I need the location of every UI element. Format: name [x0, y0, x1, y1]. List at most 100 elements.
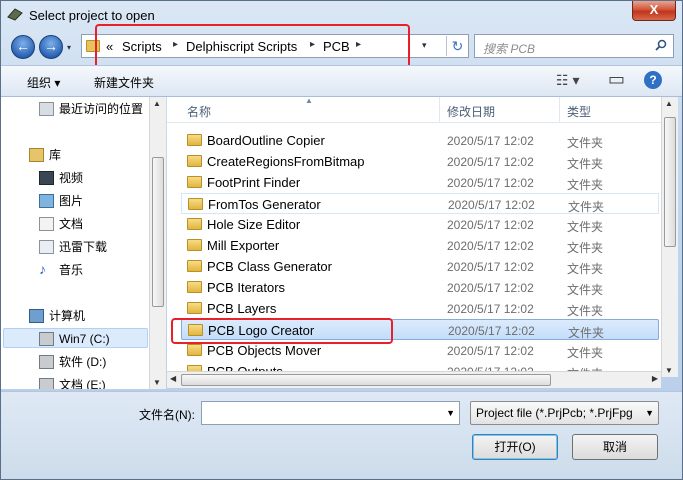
- file-type-filter[interactable]: Project file (*.PrjPcb; *.PrjFpg ▼: [470, 401, 659, 425]
- file-row[interactable]: PCB Class Generator 2020/5/17 12:02 文件夹: [181, 256, 659, 277]
- file-type: 文件夹: [568, 326, 605, 340]
- breadcrumb-separator-icon[interactable]: ▸: [356, 39, 361, 50]
- file-date: 2020/5/17 12:02: [447, 155, 534, 169]
- forward-button[interactable]: →: [39, 35, 63, 59]
- sidebar-scrollbar[interactable]: ▲ ▼: [149, 97, 166, 389]
- bottom-panel: 文件名(N): ▼ Project file (*.PrjPcb; *.PrjF…: [1, 391, 682, 479]
- new-folder-button[interactable]: 新建文件夹: [94, 74, 154, 91]
- breadcrumb-delphiscript[interactable]: Delphiscript Scripts: [186, 39, 297, 54]
- view-options-icon[interactable]: ☷ ▾: [556, 72, 579, 89]
- search-icon[interactable]: [655, 39, 667, 51]
- file-type: 文件夹: [567, 136, 604, 150]
- folder-icon: [187, 302, 202, 314]
- sidebar-item-recent[interactable]: 最近访问的位置: [39, 99, 144, 119]
- sidebar-item-pictures[interactable]: 图片: [39, 191, 83, 211]
- sidebar-item-drive-d[interactable]: 软件 (D:): [39, 352, 107, 372]
- file-name: PCB Logo Creator: [208, 323, 315, 338]
- file-row-hover[interactable]: FromTos Generator 2020/5/17 12:02 文件夹: [181, 193, 659, 214]
- back-button[interactable]: ←: [11, 35, 35, 59]
- sidebar-item-documents[interactable]: 文档: [39, 214, 84, 234]
- organize-button[interactable]: 组织 ▾: [27, 74, 60, 91]
- column-type[interactable]: 类型: [567, 103, 591, 120]
- file-row[interactable]: PCB Objects Mover 2020/5/17 12:02 文件夹: [181, 340, 659, 361]
- sidebar-item-label: 最近访问的位置: [59, 102, 144, 116]
- file-row[interactable]: PCB Iterators 2020/5/17 12:02 文件夹: [181, 277, 659, 298]
- recent-locations-chevron-icon[interactable]: ▾: [67, 43, 71, 52]
- folder-icon: [188, 198, 203, 210]
- breadcrumb-separator-icon[interactable]: ▸: [173, 39, 178, 50]
- scroll-down-arrow-icon[interactable]: ▼: [665, 366, 673, 375]
- breadcrumb-separator-icon[interactable]: ▸: [310, 39, 315, 50]
- file-row[interactable]: FootPrint Finder 2020/5/17 12:02 文件夹: [181, 172, 659, 193]
- folder-icon: [188, 324, 203, 336]
- breadcrumb-pcb[interactable]: PCB: [323, 39, 350, 54]
- sidebar-item-drive-c[interactable]: Win7 (C:): [39, 329, 110, 349]
- folder-icon: [187, 260, 202, 272]
- folder-icon: [187, 344, 202, 356]
- cancel-button[interactable]: 取消: [572, 434, 658, 460]
- sidebar-item-label: 视频: [59, 171, 84, 185]
- file-row[interactable]: CreateRegionsFromBitmap 2020/5/17 12:02 …: [181, 151, 659, 172]
- folder-icon: [86, 40, 100, 52]
- search-placeholder: 搜索 PCB: [483, 42, 536, 56]
- file-date: 2020/5/17 12:02: [447, 218, 534, 232]
- address-dropdown-icon[interactable]: ▾: [422, 40, 427, 51]
- scroll-right-arrow-icon[interactable]: ▶: [652, 374, 658, 383]
- scroll-up-arrow-icon[interactable]: ▲: [153, 99, 161, 108]
- column-divider[interactable]: [439, 97, 440, 123]
- folder-icon: [187, 281, 202, 293]
- filename-input[interactable]: ▼: [201, 401, 460, 425]
- file-type: 文件夹: [567, 283, 604, 297]
- download-icon: [39, 240, 54, 254]
- scroll-down-arrow-icon[interactable]: ▼: [153, 378, 161, 387]
- file-type: 文件夹: [567, 262, 604, 276]
- file-name: PCB Class Generator: [207, 259, 332, 274]
- file-row[interactable]: Mill Exporter 2020/5/17 12:02 文件夹: [181, 235, 659, 256]
- file-row-selected[interactable]: PCB Logo Creator 2020/5/17 12:02 文件夹: [181, 319, 659, 340]
- column-name[interactable]: 名称: [187, 103, 211, 120]
- folder-icon: [187, 218, 202, 230]
- column-header-row: ▲ 名称 修改日期 类型: [167, 97, 661, 123]
- file-type: 文件夹: [567, 157, 604, 171]
- refresh-icon[interactable]: ↻: [446, 36, 468, 56]
- file-list-horizontal-scrollbar[interactable]: ◀ ▶: [167, 371, 661, 388]
- drive-icon: [39, 332, 54, 346]
- sidebar-item-video[interactable]: 视频: [39, 168, 84, 188]
- sidebar-item-music[interactable]: ♪ 音乐: [39, 260, 83, 280]
- file-list-scroll-thumb[interactable]: [664, 117, 676, 247]
- search-box[interactable]: 搜索 PCB: [474, 34, 674, 58]
- filename-dropdown-icon[interactable]: ▼: [446, 408, 455, 418]
- sidebar-item-downloads[interactable]: 迅雷下载: [39, 237, 107, 257]
- file-name: PCB Objects Mover: [207, 343, 322, 358]
- column-date[interactable]: 修改日期: [447, 103, 495, 120]
- sidebar-scroll-thumb[interactable]: [152, 157, 164, 307]
- breadcrumb-overflow[interactable]: «: [106, 39, 113, 54]
- address-bar[interactable]: « Scripts ▸ Delphiscript Scripts ▸ PCB ▸…: [81, 34, 469, 58]
- scroll-left-arrow-icon[interactable]: ◀: [170, 374, 176, 383]
- preview-pane-icon[interactable]: ▭: [608, 69, 625, 90]
- file-row[interactable]: Hole Size Editor 2020/5/17 12:02 文件夹: [181, 214, 659, 235]
- file-type: 文件夹: [567, 178, 604, 192]
- app-icon: [7, 8, 23, 21]
- open-button[interactable]: 打开(O): [472, 434, 558, 460]
- sidebar-item-label: Win7 (C:): [59, 332, 110, 346]
- sidebar-item-library[interactable]: 库: [29, 145, 61, 165]
- sidebar-item-computer[interactable]: 计算机: [29, 306, 85, 326]
- close-button[interactable]: X: [632, 1, 676, 21]
- horizontal-scroll-thumb[interactable]: [181, 374, 551, 386]
- file-list: ▲ 名称 修改日期 类型 BoardOutline Copier 2020/5/…: [167, 97, 661, 377]
- file-row[interactable]: PCB Layers 2020/5/17 12:02 文件夹: [181, 298, 659, 319]
- file-date: 2020/5/17 12:02: [447, 134, 534, 148]
- scroll-up-arrow-icon[interactable]: ▲: [665, 99, 673, 108]
- file-row[interactable]: BoardOutline Copier 2020/5/17 12:02 文件夹: [181, 130, 659, 151]
- dialog-window: Select project to open X ← → ▾ « Scripts…: [0, 0, 683, 480]
- filter-dropdown-icon[interactable]: ▼: [645, 408, 654, 418]
- file-type-filter-value: Project file (*.PrjPcb; *.PrjFpg: [476, 406, 633, 420]
- file-list-vertical-scrollbar[interactable]: ▲ ▼: [661, 97, 678, 377]
- breadcrumb-scripts[interactable]: Scripts: [122, 39, 162, 54]
- help-icon[interactable]: ?: [644, 71, 662, 89]
- sidebar-item-label: 软件 (D:): [59, 355, 107, 369]
- sidebar-item-drive-e[interactable]: 文档 (E:): [39, 375, 106, 389]
- column-divider[interactable]: [559, 97, 560, 123]
- sidebar-item-label: 文档: [59, 217, 84, 231]
